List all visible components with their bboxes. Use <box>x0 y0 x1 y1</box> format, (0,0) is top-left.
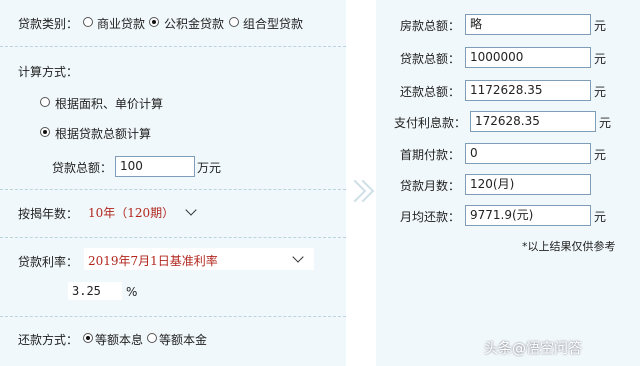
result-label: 支付利息款： <box>393 116 466 130</box>
result-unit: 元 <box>594 148 607 162</box>
radio-provident-fund-loan[interactable] <box>149 17 159 27</box>
result-unit: 元 <box>594 85 607 99</box>
radio-equal-installment[interactable] <box>83 333 93 343</box>
result-label: 首期付款： <box>399 148 460 162</box>
result-unit: 元 <box>594 19 607 33</box>
result-label: 还款总额： <box>399 85 460 99</box>
divider <box>0 46 346 47</box>
result-label: 贷款总额： <box>399 52 460 66</box>
result-value: 172628.35 <box>470 111 596 132</box>
radio-commercial-loan[interactable] <box>83 17 93 27</box>
result-value: 1000000 <box>465 47 591 68</box>
result-unit: 元 <box>594 210 607 224</box>
option-commercial-loan[interactable]: 商业贷款 <box>97 15 145 32</box>
chevron-down-icon[interactable] <box>185 204 197 216</box>
result-value: 120(月) <box>465 174 591 195</box>
repay-method-label: 还款方式： <box>18 333 79 347</box>
radio-by-area-price[interactable] <box>40 97 50 107</box>
divider <box>0 316 346 317</box>
loan-amount-unit: 万元 <box>197 161 222 175</box>
loan-form-panel: 贷款类别： 商业贷款 公积金贷款 组合型贷款 计算方式： 根据面积、单价计算 根… <box>0 0 346 366</box>
rate-percent-input[interactable]: 3.25 <box>68 282 122 300</box>
results-note: *以上结果仅供参考 <box>522 240 616 253</box>
option-combined-loan[interactable]: 组合型贷款 <box>243 15 303 32</box>
result-label: 月均还款： <box>399 210 460 224</box>
result-value: 9771.9(元) <box>465 205 591 226</box>
rate-percent-value: 3.25 <box>72 284 101 298</box>
option-by-loan-total[interactable]: 根据贷款总额计算 <box>55 125 151 142</box>
result-value: 1172628.35 <box>465 80 591 101</box>
rate-label: 贷款利率： <box>18 255 79 269</box>
result-unit: 元 <box>599 116 612 130</box>
rate-select[interactable]: 2019年7月1日基准利率 <box>84 248 314 270</box>
results-panel: 房款总额： 略 元 贷款总额： 1000000 元 还款总额： 1172628.… <box>376 0 640 366</box>
option-equal-installment[interactable]: 等额本息 <box>95 331 143 348</box>
divider <box>0 189 346 190</box>
result-value: 略 <box>465 14 591 35</box>
rate-select-value: 2019年7月1日基准利率 <box>88 254 218 268</box>
option-by-area-price[interactable]: 根据面积、单价计算 <box>55 95 163 112</box>
loan-amount-input[interactable]: 100 <box>115 156 195 177</box>
term-label: 按揭年数： <box>18 207 79 221</box>
result-unit: 元 <box>594 52 607 66</box>
rate-percent-unit: % <box>126 285 138 299</box>
radio-combined-loan[interactable] <box>229 17 239 27</box>
option-provident-fund-loan[interactable]: 公积金贷款 <box>164 15 224 32</box>
calc-method-label: 计算方式： <box>18 65 79 79</box>
radio-equal-principal[interactable] <box>147 333 157 343</box>
result-label: 贷款月数： <box>399 179 460 193</box>
divider <box>0 237 346 238</box>
radio-by-loan-total[interactable] <box>40 127 50 137</box>
result-label: 房款总额： <box>399 19 460 33</box>
watermark: 头条@悟空问答 <box>484 341 582 357</box>
loan-amount-label: 贷款总额： <box>52 161 113 175</box>
result-value: 0 <box>465 143 591 164</box>
term-select[interactable]: 10年（120期） <box>88 204 174 221</box>
loan-type-label: 贷款类别： <box>18 17 79 31</box>
option-equal-principal[interactable]: 等额本金 <box>159 331 207 348</box>
chevron-down-icon[interactable] <box>292 251 304 263</box>
